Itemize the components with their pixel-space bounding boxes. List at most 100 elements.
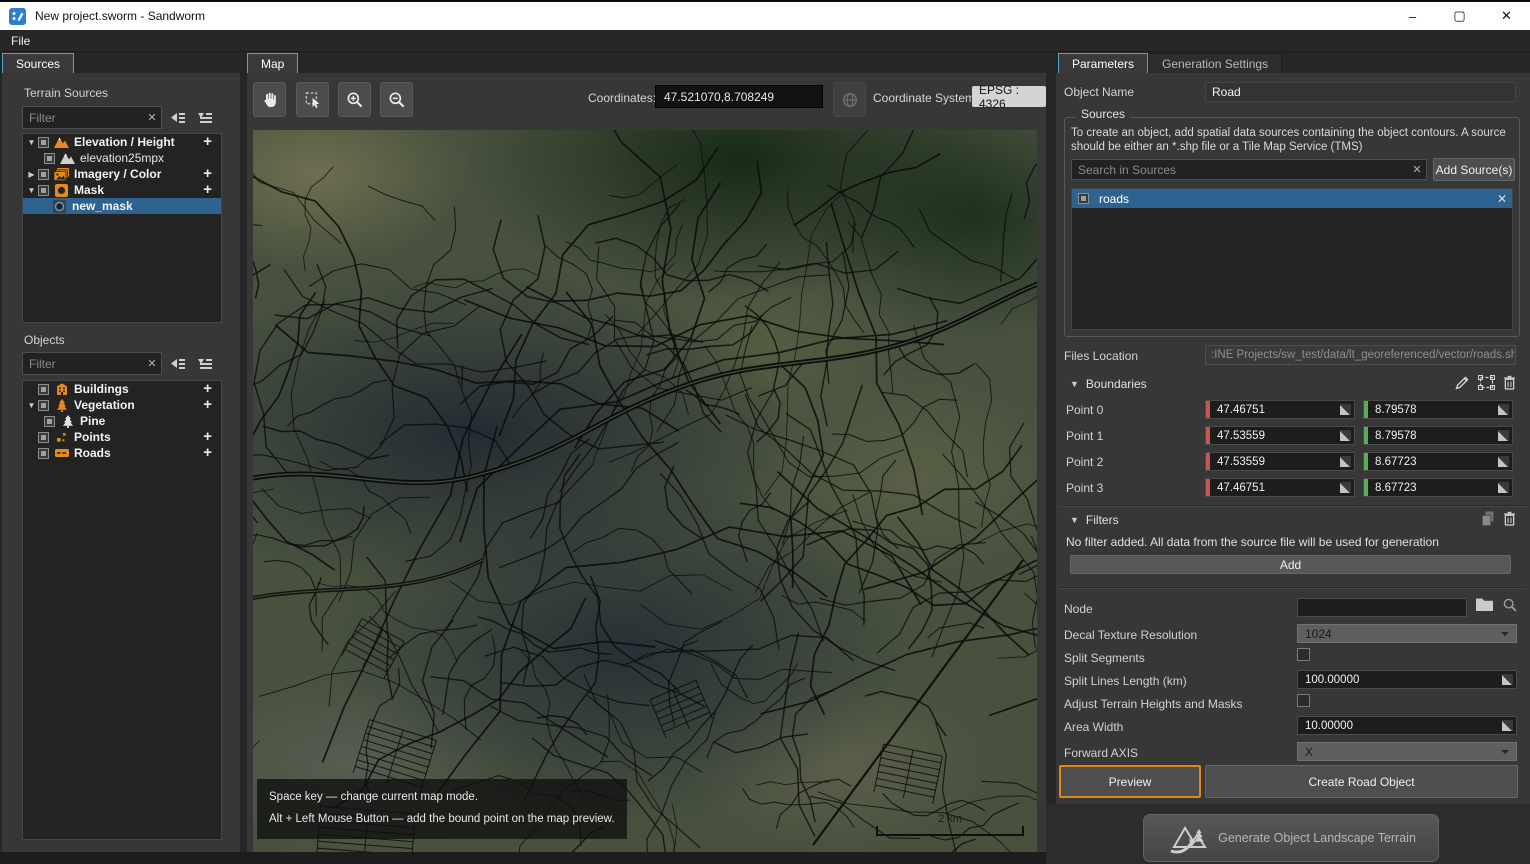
objects-collapse-all-button[interactable] [165, 352, 189, 375]
point1-lat-input[interactable]: 47.53559 [1205, 426, 1355, 445]
drag-spin-handle[interactable] [1498, 456, 1509, 467]
delete-boundaries-button[interactable] [1503, 375, 1516, 390]
object-name-input[interactable] [1205, 82, 1516, 102]
drag-spin-handle[interactable] [1498, 404, 1509, 415]
tree-item-pine[interactable]: Pine [23, 413, 221, 429]
crs-value-badge[interactable]: EPSG : 4326 [972, 86, 1046, 107]
tree-checkbox[interactable] [38, 384, 49, 395]
search-node-button[interactable] [1502, 597, 1518, 613]
tree-checkbox[interactable] [44, 416, 55, 427]
preview-button[interactable]: Preview [1059, 765, 1201, 798]
tree-item-vegetation[interactable]: ▼ Vegetation + [23, 397, 221, 413]
expand-caret-icon[interactable]: ▼ [26, 401, 37, 410]
section-caret-icon[interactable]: ▼ [1070, 379, 1079, 389]
remove-source-icon[interactable]: ✕ [1497, 192, 1507, 206]
source-item-roads[interactable]: roads ✕ [1072, 189, 1512, 208]
map-viewport[interactable]: Space key — change current map mode. Alt… [253, 130, 1037, 852]
objects-expand-all-button[interactable] [192, 352, 216, 375]
terrain-filter-field[interactable] [23, 111, 143, 125]
point1-lon-input[interactable]: 8.79578 [1363, 426, 1513, 445]
maximize-button[interactable]: ▢ [1436, 2, 1483, 30]
add-object-plus-button[interactable]: + [203, 445, 212, 461]
pan-tool-button[interactable] [253, 82, 286, 117]
zoom-out-button[interactable] [380, 82, 413, 117]
tree-item-mask[interactable]: ▼ Mask + [23, 182, 221, 198]
tree-item-elevation-height[interactable]: ▼ Elevation / Height + [23, 134, 221, 150]
tree-checkbox[interactable] [38, 137, 49, 148]
tree-checkbox[interactable] [38, 448, 49, 459]
point0-lon-input[interactable]: 8.79578 [1363, 400, 1513, 419]
filters-section-header[interactable]: ▼ Filters [1070, 513, 1119, 527]
close-button[interactable]: ✕ [1483, 2, 1530, 30]
tab-parameters[interactable]: Parameters [1058, 53, 1148, 74]
add-filter-button[interactable]: Add [1070, 555, 1511, 574]
tree-checkbox[interactable] [38, 432, 49, 443]
point0-lat-input[interactable]: 47.46751 [1205, 400, 1355, 419]
collapse-caret-icon[interactable]: ▶ [26, 170, 37, 179]
source-checkbox[interactable] [1078, 193, 1089, 204]
select-tool-button[interactable] [296, 82, 329, 117]
forward-axis-select[interactable]: X [1297, 742, 1517, 761]
expand-caret-icon[interactable]: ▼ [26, 138, 37, 147]
select-boundaries-button[interactable] [1478, 375, 1495, 390]
objects-filter-input[interactable]: ✕ [22, 352, 162, 375]
tree-item-new-mask[interactable]: new_mask [23, 198, 221, 214]
coordinates-input[interactable] [655, 85, 823, 108]
boundaries-section-header[interactable]: ▼ Boundaries [1070, 377, 1147, 391]
tree-item-roads[interactable]: ▼ Roads + [23, 445, 221, 461]
drag-spin-handle[interactable] [1340, 482, 1351, 493]
add-object-plus-button[interactable]: + [203, 397, 212, 413]
crs-globe-button[interactable] [833, 82, 866, 117]
drag-spin-handle[interactable] [1498, 482, 1509, 493]
node-input[interactable] [1297, 598, 1467, 617]
objects-filter-field[interactable] [23, 357, 143, 371]
tree-checkbox[interactable] [38, 185, 49, 196]
point2-lat-input[interactable]: 47.53559 [1205, 452, 1355, 471]
tree-item-buildings[interactable]: ▼ Buildings + [23, 381, 221, 397]
terrain-filter-clear-icon[interactable]: ✕ [143, 111, 161, 124]
create-road-object-button[interactable]: Create Road Object [1205, 765, 1518, 798]
delete-filter-button[interactable] [1503, 511, 1516, 526]
section-caret-icon[interactable]: ▼ [1070, 515, 1079, 525]
tree-checkbox[interactable] [38, 169, 49, 180]
drag-spin-handle[interactable] [1498, 430, 1509, 441]
search-in-sources-input[interactable]: ✕ [1071, 159, 1427, 180]
terrain-expand-all-button[interactable] [192, 106, 216, 129]
tree-item-imagery-color[interactable]: ▶ Imagery / Color + [23, 166, 221, 182]
point2-lon-input[interactable]: 8.67723 [1363, 452, 1513, 471]
add-object-plus-button[interactable]: + [203, 429, 212, 445]
tree-item-points[interactable]: ▼ Points + [23, 429, 221, 445]
tree-checkbox[interactable] [44, 153, 55, 164]
zoom-in-button[interactable] [338, 82, 371, 117]
drag-spin-handle[interactable] [1340, 430, 1351, 441]
point3-lon-input[interactable]: 8.67723 [1363, 478, 1513, 497]
point3-lat-input[interactable]: 47.46751 [1205, 478, 1355, 497]
drag-spin-handle[interactable] [1502, 674, 1513, 685]
menu-file[interactable]: File [0, 34, 41, 48]
add-sources-button[interactable]: Add Source(s) [1433, 158, 1515, 181]
browse-node-button[interactable] [1475, 597, 1494, 612]
split-lines-length-input[interactable]: 100.00000 [1297, 670, 1517, 689]
edit-boundaries-button[interactable] [1455, 375, 1470, 390]
tree-checkbox[interactable] [38, 400, 49, 411]
objects-filter-clear-icon[interactable]: ✕ [143, 357, 161, 370]
minimize-button[interactable]: – [1389, 2, 1436, 30]
terrain-filter-input[interactable]: ✕ [22, 106, 162, 129]
tab-map[interactable]: Map [247, 53, 298, 74]
add-source-plus-button[interactable]: + [203, 166, 212, 182]
decal-resolution-select[interactable]: 1024 [1297, 624, 1517, 643]
add-source-plus-button[interactable]: + [203, 134, 212, 150]
tree-item-elevation25mpx[interactable]: elevation25mpx [23, 150, 221, 166]
split-segments-checkbox[interactable] [1297, 648, 1310, 661]
add-object-plus-button[interactable]: + [203, 381, 212, 397]
drag-spin-handle[interactable] [1502, 720, 1513, 731]
terrain-collapse-all-button[interactable] [165, 106, 189, 129]
copy-filter-button[interactable] [1481, 511, 1495, 526]
expand-caret-icon[interactable]: ▼ [26, 186, 37, 195]
search-clear-icon[interactable]: ✕ [1408, 163, 1426, 176]
add-source-plus-button[interactable]: + [203, 182, 212, 198]
generate-terrain-button[interactable]: Generate Object Landscape Terrain [1143, 814, 1439, 862]
tab-generation-settings[interactable]: Generation Settings [1148, 53, 1282, 73]
drag-spin-handle[interactable] [1340, 404, 1351, 415]
search-in-sources-field[interactable] [1072, 163, 1408, 177]
